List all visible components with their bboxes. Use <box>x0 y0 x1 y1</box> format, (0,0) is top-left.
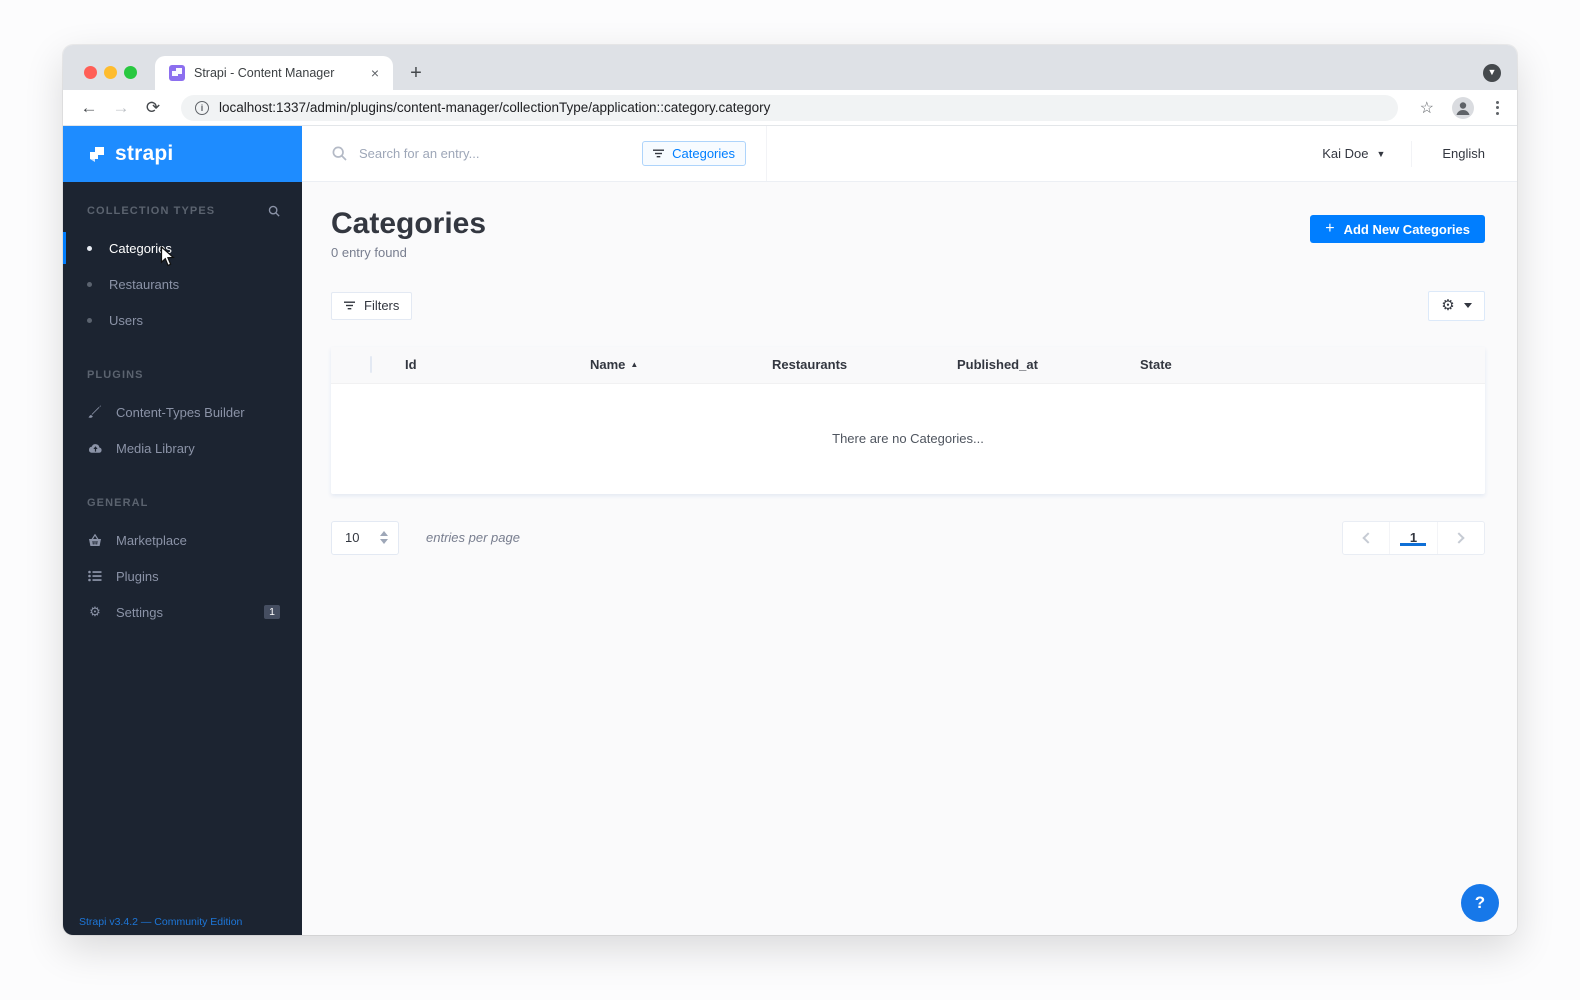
new-tab-button[interactable]: + <box>403 60 429 86</box>
bullet-icon <box>87 317 92 323</box>
tab-search-icon[interactable]: ▼ <box>1483 64 1501 82</box>
search-icon <box>332 146 347 161</box>
entry-count: 0 entry found <box>331 244 407 260</box>
sort-asc-icon: ▲ <box>630 360 639 369</box>
sidebar-item-plugins[interactable]: Plugins <box>63 558 302 594</box>
strapi-favicon-icon <box>169 65 185 81</box>
list-icon <box>87 570 103 582</box>
strapi-app: strapi COLLECTION TYPES Categories Resta… <box>63 126 1517 935</box>
strapi-logo[interactable]: strapi <box>63 126 302 182</box>
column-header-name[interactable]: Name ▲ <box>590 357 772 372</box>
strapi-logo-text: strapi <box>115 142 174 165</box>
minimize-window-button[interactable] <box>104 66 117 79</box>
column-header-state[interactable]: State <box>1140 357 1485 372</box>
close-window-button[interactable] <box>84 66 97 79</box>
reload-icon[interactable]: ⟳ <box>137 98 169 118</box>
entry-search-bar[interactable]: Categories <box>302 126 767 181</box>
collection-search-icon[interactable] <box>268 205 280 217</box>
filters-button[interactable]: Filters <box>331 291 413 320</box>
filter-icon <box>653 149 665 158</box>
strapi-version-link[interactable]: Strapi v3.4.2 — Community Edition <box>63 909 302 935</box>
chevron-left-icon <box>1361 531 1374 544</box>
chevron-right-icon <box>1453 531 1465 544</box>
search-input[interactable] <box>359 146 643 161</box>
help-button[interactable]: ? <box>1461 884 1499 922</box>
next-page-button[interactable] <box>1436 521 1484 554</box>
bookmark-star-icon[interactable]: ☆ <box>1420 98 1434 118</box>
per-page-value: 10 <box>345 530 360 545</box>
forward-icon[interactable]: → <box>105 98 137 118</box>
strapi-logo-icon <box>90 146 104 162</box>
table-settings-button[interactable]: ⚙ <box>1428 290 1485 321</box>
per-page-label: entries per page <box>426 530 520 545</box>
sidebar: strapi COLLECTION TYPES Categories Resta… <box>63 126 302 935</box>
browser-toolbar: ← → ⟳ i localhost:1337/admin/plugins/con… <box>63 90 1517 126</box>
sidebar-item-categories[interactable]: Categories <box>63 230 302 266</box>
gear-icon: ⚙ <box>89 604 101 619</box>
site-info-icon[interactable]: i <box>195 100 209 115</box>
previous-page-button[interactable] <box>1343 522 1389 554</box>
empty-table-message: There are no Categories... <box>832 431 984 446</box>
plus-icon: + <box>1325 220 1335 237</box>
table-header-row: Id Name ▲ Restaurants Published_at State <box>331 346 1485 384</box>
column-header-restaurants[interactable]: Restaurants <box>772 357 957 372</box>
paintbrush-icon <box>87 405 103 419</box>
tab-title: Strapi - Content Manager <box>194 66 335 80</box>
select-all-checkbox[interactable] <box>370 356 372 373</box>
bullet-icon <box>87 281 92 287</box>
browser-tab[interactable]: Strapi - Content Manager × <box>155 56 393 90</box>
sidebar-item-settings[interactable]: ⚙ Settings 1 <box>63 594 302 630</box>
url-text: localhost:1337/admin/plugins/content-man… <box>219 100 771 115</box>
pagination: 1 <box>1342 520 1485 555</box>
content-area: Categories 0 entry found + Add New Categ… <box>302 182 1517 935</box>
settings-badge: 1 <box>264 604 280 620</box>
column-header-id[interactable]: Id <box>405 357 590 372</box>
column-header-published-at[interactable]: Published_at <box>957 357 1140 372</box>
stepper-icon <box>380 531 388 544</box>
gear-icon: ⚙ <box>1441 297 1455 314</box>
entries-table: Id Name ▲ Restaurants Published_at State … <box>331 346 1485 494</box>
back-icon[interactable]: ← <box>73 98 105 118</box>
browser-window: Strapi - Content Manager × + ▼ ← → ⟳ i l… <box>63 45 1517 935</box>
zoom-window-button[interactable] <box>124 66 137 79</box>
bullet-icon <box>87 245 92 251</box>
basket-icon <box>87 533 103 547</box>
app-header: Categories Kai Doe ▼ English <box>302 126 1517 182</box>
header-divider <box>1411 140 1413 167</box>
page-number-button[interactable]: 1 <box>1389 521 1436 554</box>
profile-avatar-icon[interactable] <box>1452 96 1474 119</box>
section-general: GENERAL <box>87 497 149 509</box>
close-tab-icon[interactable]: × <box>367 65 383 81</box>
add-new-categories-button[interactable]: + Add New Categories <box>1310 215 1485 243</box>
section-collection-types: COLLECTION TYPES <box>63 204 302 218</box>
chevron-down-icon: ▼ <box>1376 148 1386 159</box>
entries-per-page-select[interactable]: 10 <box>331 520 399 555</box>
sidebar-item-media-library[interactable]: Media Library <box>63 430 302 466</box>
sidebar-item-restaurants[interactable]: Restaurants <box>63 266 302 302</box>
address-bar[interactable]: i localhost:1337/admin/plugins/content-m… <box>181 94 1398 121</box>
sidebar-item-content-types-builder[interactable]: Content-Types Builder <box>63 394 302 430</box>
cloud-upload-icon <box>87 442 103 454</box>
sidebar-item-users[interactable]: Users <box>63 302 302 338</box>
section-plugins: PLUGINS <box>87 369 144 381</box>
user-menu[interactable]: Kai Doe ▼ <box>1322 146 1385 161</box>
chevron-down-icon <box>1463 303 1472 308</box>
main-area: Categories Kai Doe ▼ English Categories … <box>302 126 1517 935</box>
collection-filter-chip[interactable]: Categories <box>642 141 746 166</box>
sidebar-item-marketplace[interactable]: Marketplace <box>63 522 302 558</box>
filter-icon <box>344 298 355 313</box>
browser-menu-icon[interactable] <box>1492 97 1503 119</box>
language-selector[interactable]: English <box>1442 146 1485 161</box>
browser-tab-strip: Strapi - Content Manager × + ▼ <box>63 45 1517 90</box>
